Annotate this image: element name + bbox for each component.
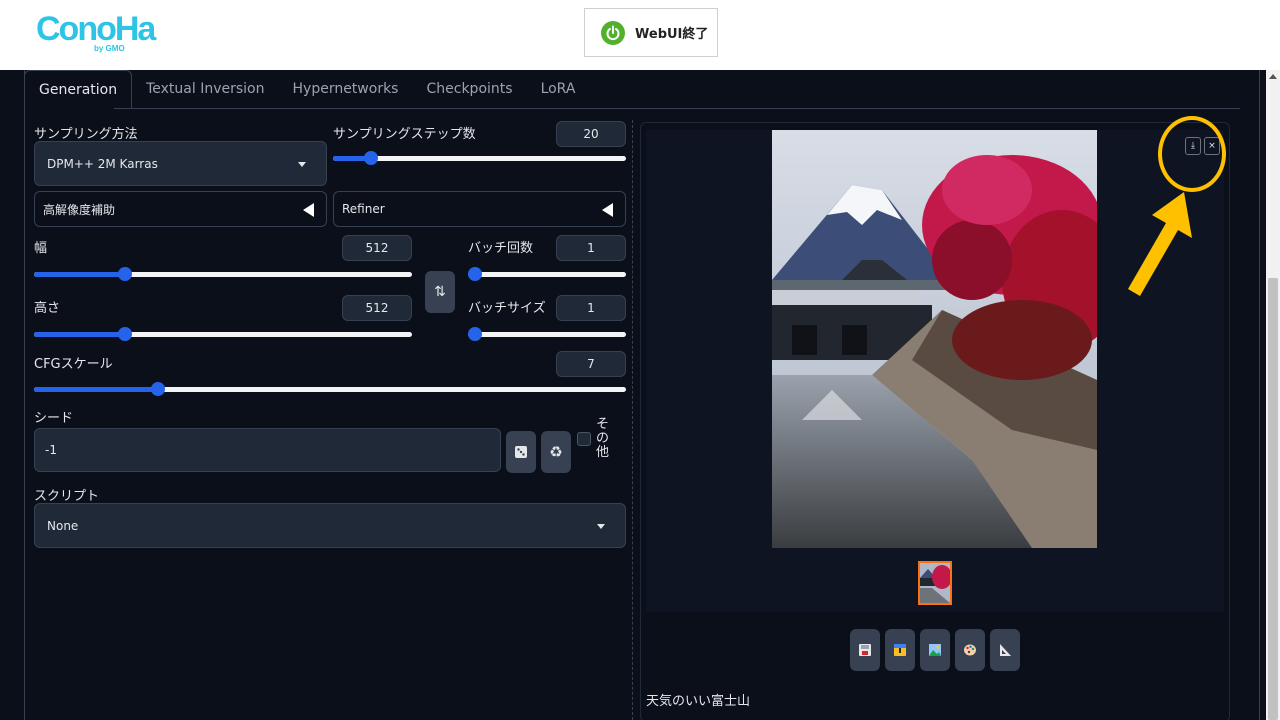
tab-lora[interactable]: LoRA xyxy=(527,70,590,108)
width-label: 幅 xyxy=(34,241,48,256)
slider-thumb[interactable] xyxy=(364,151,379,165)
hires-fix-accordion[interactable]: 高解像度補助 xyxy=(34,191,327,227)
script-dropdown[interactable]: None xyxy=(34,503,626,548)
seed-value: -1 xyxy=(45,443,57,457)
swap-dimensions-button[interactable]: ⇅ xyxy=(425,271,455,313)
batch-count-slider[interactable] xyxy=(468,267,626,281)
gallery-thumbnail[interactable] xyxy=(918,561,952,605)
width-slider[interactable] xyxy=(34,267,412,281)
batch-count-input[interactable]: 1 xyxy=(556,235,626,261)
height-input[interactable]: 512 xyxy=(342,295,412,321)
extra-label: その他 xyxy=(596,417,610,460)
logo-sub: by GMO xyxy=(94,44,125,53)
tab-bar: Generation Textual Inversion Hypernetwor… xyxy=(24,70,589,110)
height-label: 高さ xyxy=(34,301,61,316)
image-icon xyxy=(929,644,941,656)
send-to-inpaint-button[interactable] xyxy=(955,629,985,671)
cfg-scale-input[interactable]: 7 xyxy=(556,351,626,377)
batch-size-label: バッチサイズ xyxy=(468,301,546,316)
zip-icon xyxy=(894,644,906,656)
column-divider xyxy=(632,120,633,720)
dice-icon xyxy=(515,446,527,458)
swap-icon: ⇅ xyxy=(434,284,446,300)
annotation-arrow-icon xyxy=(1128,192,1192,296)
random-seed-button[interactable] xyxy=(506,431,536,473)
hires-fix-label: 高解像度補助 xyxy=(43,202,116,217)
collapse-triangle-icon xyxy=(602,203,613,217)
refiner-accordion[interactable]: Refiner xyxy=(333,191,626,227)
sampling-steps-input[interactable]: 20 xyxy=(556,121,626,147)
tab-hypernetworks[interactable]: Hypernetworks xyxy=(279,70,413,108)
send-to-extras-button[interactable] xyxy=(990,629,1020,671)
collapse-triangle-icon xyxy=(303,203,314,217)
save-button[interactable] xyxy=(850,629,880,671)
reuse-seed-button[interactable]: ♻ xyxy=(541,431,571,473)
recycle-icon: ♻ xyxy=(549,443,563,461)
chevron-down-icon xyxy=(298,161,306,167)
height-slider[interactable] xyxy=(34,327,412,341)
cfg-scale-label: CFGスケール xyxy=(34,357,113,372)
highlight-circle xyxy=(1158,116,1226,192)
slider-thumb[interactable] xyxy=(468,267,482,281)
tab-generation[interactable]: Generation xyxy=(24,70,133,108)
cfg-scale-slider[interactable] xyxy=(34,382,626,396)
send-to-img2img-button[interactable] xyxy=(920,629,950,671)
page-scrollbar[interactable] xyxy=(1266,70,1280,720)
tab-textual-inversion[interactable]: Textual Inversion xyxy=(132,70,278,108)
prompt-caption: 天気のいい富士山 xyxy=(646,694,751,709)
refiner-label: Refiner xyxy=(342,202,385,216)
batch-count-label: バッチ回数 xyxy=(468,241,534,256)
zip-button[interactable] xyxy=(885,629,915,671)
scroll-up-arrow-icon[interactable] xyxy=(1269,74,1277,79)
tab-checkpoints[interactable]: Checkpoints xyxy=(412,70,526,108)
slider-thumb[interactable] xyxy=(151,382,166,396)
scroll-thumb[interactable] xyxy=(1268,278,1278,720)
sampling-steps-label: サンプリングステップ数 xyxy=(333,127,476,142)
sampling-steps-slider[interactable] xyxy=(333,151,626,165)
extra-checkbox[interactable] xyxy=(577,432,591,446)
seed-label: シード xyxy=(34,411,74,426)
chevron-down-icon xyxy=(597,523,605,529)
batch-size-slider[interactable] xyxy=(468,327,626,341)
sampling-method-dropdown[interactable]: DPM++ 2M Karras xyxy=(34,141,327,186)
batch-size-input[interactable]: 1 xyxy=(556,295,626,321)
ruler-icon xyxy=(1000,644,1011,656)
script-label: スクリプト xyxy=(34,489,100,504)
sampling-method-label: サンプリング方法 xyxy=(34,127,138,142)
power-icon xyxy=(601,20,625,45)
top-bar: ConoHa by GMO WebUI終了 xyxy=(0,0,1280,70)
palette-icon xyxy=(964,644,976,656)
generated-image[interactable] xyxy=(772,130,1097,548)
width-input[interactable]: 512 xyxy=(342,235,412,261)
sampling-method-value: DPM++ 2M Karras xyxy=(47,156,158,171)
slider-thumb[interactable] xyxy=(117,267,132,281)
slider-thumb[interactable] xyxy=(468,327,482,341)
tab-underline xyxy=(114,108,1240,109)
conoha-logo: ConoHa by GMO xyxy=(36,10,156,56)
webui-exit-button[interactable]: WebUI終了 xyxy=(584,8,718,57)
save-icon xyxy=(859,644,871,656)
webui-exit-label: WebUI終了 xyxy=(635,27,709,42)
seed-input[interactable]: -1 xyxy=(34,428,501,472)
script-value: None xyxy=(47,518,79,533)
slider-thumb[interactable] xyxy=(117,327,132,341)
